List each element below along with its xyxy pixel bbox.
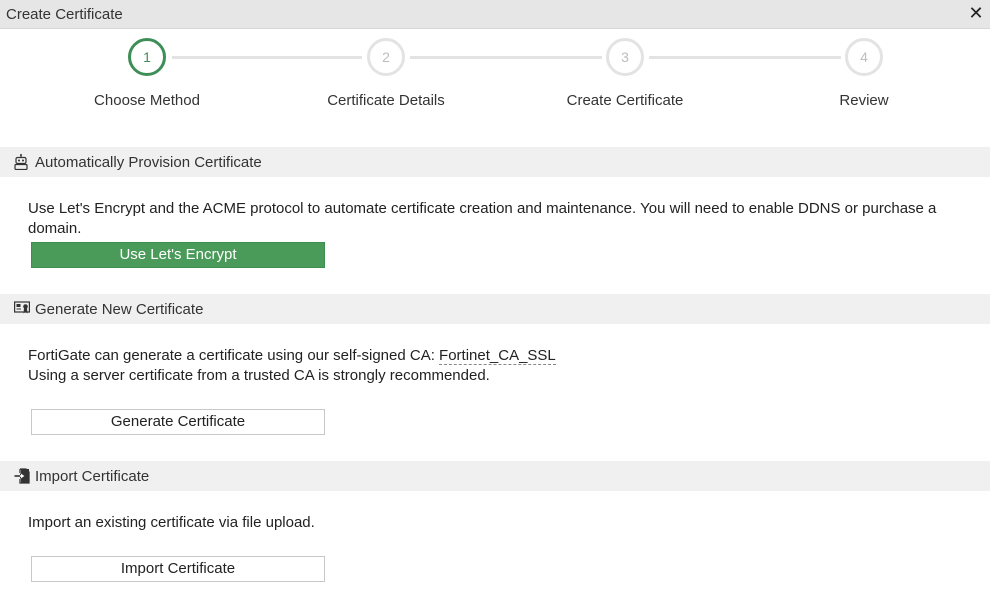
section-title: Automatically Provision Certificate xyxy=(35,154,262,171)
step-label: Certificate Details xyxy=(327,92,445,109)
generate-description-recommendation: Using a server certificate from a truste… xyxy=(28,367,490,384)
step-label: Create Certificate xyxy=(566,92,684,109)
generate-description: FortiGate can generate a certificate usi… xyxy=(28,346,556,386)
close-icon[interactable]: ✕ xyxy=(968,4,984,22)
step-number-circle: 3 xyxy=(606,38,644,76)
step-create-certificate: 3 Create Certificate xyxy=(525,29,725,119)
certificate-card-icon xyxy=(14,301,31,317)
section-title: Import Certificate xyxy=(35,468,150,485)
import-description: Import an existing certificate via file … xyxy=(28,514,315,531)
dialog-title: Create Certificate xyxy=(6,6,123,23)
step-certificate-details: 2 Certificate Details xyxy=(286,29,486,119)
robot-icon xyxy=(14,154,30,171)
auto-provision-description: Use Let's Encrypt and the ACME protocol … xyxy=(28,200,937,237)
generate-description-prefix: FortiGate can generate a certificate usi… xyxy=(28,347,440,364)
step-review: 4 Review xyxy=(764,29,964,119)
step-label: Review xyxy=(839,92,889,109)
import-certificate-button[interactable]: Import Certificate xyxy=(31,556,325,582)
step-choose-method: 1 Choose Method xyxy=(47,29,247,119)
step-number-circle: 1 xyxy=(128,38,166,76)
wizard-stepper: 1 Choose Method 2 Certificate Details 3 … xyxy=(0,29,990,146)
section-header-generate: Generate New Certificate xyxy=(0,294,990,324)
section-header-auto-provision: Automatically Provision Certificate xyxy=(0,147,990,177)
step-number-circle: 2 xyxy=(367,38,405,76)
import-file-icon xyxy=(14,468,30,484)
generate-certificate-button[interactable]: Generate Certificate xyxy=(31,409,325,435)
ca-name-link[interactable]: Fortinet_CA_SSL xyxy=(439,347,556,365)
create-certificate-dialog: Create Certificate ✕ 1 Choose Method 2 C… xyxy=(0,0,990,603)
section-header-import: Import Certificate xyxy=(0,461,990,491)
section-title: Generate New Certificate xyxy=(35,301,204,318)
step-label: Choose Method xyxy=(94,92,200,109)
dialog-titlebar: Create Certificate ✕ xyxy=(0,0,990,29)
step-number-circle: 4 xyxy=(845,38,883,76)
use-lets-encrypt-button[interactable]: Use Let's Encrypt xyxy=(31,242,325,268)
